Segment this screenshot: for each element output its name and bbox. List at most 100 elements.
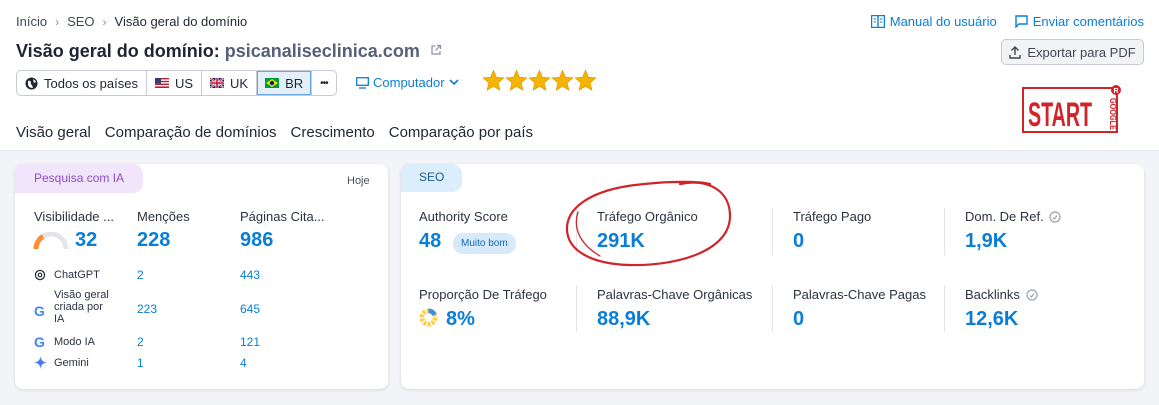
seo-card <box>401 164 1144 389</box>
logo-text: START <box>1028 96 1092 134</box>
organic-keywords-label: Palavras-Chave Orgânicas <box>597 287 753 302</box>
country-uk-label: UK <box>230 75 249 91</box>
ia-row-chatgpt-mentions[interactable]: 2 <box>137 268 144 282</box>
tab-overview[interactable]: Visão geral <box>16 124 91 152</box>
ai-search-pill: Pesquisa com IA <box>15 164 144 193</box>
more-icon: ••• <box>320 77 328 89</box>
br-flag-icon <box>265 78 280 88</box>
ia-row-chatgpt-pages[interactable]: 443 <box>240 268 260 282</box>
page-title-prefix: Visão geral do domínio: <box>16 41 220 61</box>
external-link-icon[interactable] <box>430 40 442 61</box>
country-us-button[interactable]: US <box>147 71 203 95</box>
star-icon <box>528 69 551 91</box>
domain-name: psicanaliseclinica.com <box>224 41 420 61</box>
user-manual-link[interactable]: Manual do usuário <box>870 14 997 29</box>
tab-growth[interactable]: Crescimento <box>291 124 375 152</box>
paid-keywords-label: Palavras-Chave Pagas <box>793 287 926 302</box>
star-icon <box>551 69 574 91</box>
authority-badge: Muito bom <box>453 233 516 254</box>
upload-icon <box>1009 45 1022 59</box>
organic-keywords-value[interactable]: 88,9K <box>597 308 650 331</box>
ia-row-ai-mode-mentions[interactable]: 2 <box>137 335 144 349</box>
country-uk-button[interactable]: UK <box>202 71 258 95</box>
us-flag-icon <box>154 78 169 88</box>
breadcrumb-current: Visão geral do domínio <box>114 14 248 29</box>
ia-row-ai-overview-pages[interactable]: 645 <box>240 302 260 316</box>
top-links: Manual do usuário Enviar comentários <box>870 14 1144 29</box>
authority-score-label: Authority Score <box>419 209 508 224</box>
divider <box>772 208 773 255</box>
paid-keywords-value[interactable]: 0 <box>793 308 804 331</box>
page-title: Visão geral do domínio: psicanaliseclini… <box>16 40 442 62</box>
backlinks-value[interactable]: 12,6K <box>965 308 1018 331</box>
ai-search-date: Hoje <box>347 175 370 187</box>
info-icon[interactable] <box>1025 289 1038 301</box>
country-us-label: US <box>174 75 194 91</box>
star-icon <box>574 69 597 91</box>
comment-icon <box>1015 15 1028 28</box>
paid-traffic-value[interactable]: 0 <box>793 230 804 253</box>
visibility-gauge-icon <box>33 232 69 250</box>
divider <box>772 285 773 332</box>
breadcrumb-seo[interactable]: SEO <box>67 14 94 29</box>
all-countries-button[interactable]: Todos os países <box>17 71 147 95</box>
tab-country-comparison[interactable]: Comparação por país <box>389 124 533 152</box>
country-filter-group: Todos os países US UK BR ••• <box>16 70 337 96</box>
start-google-logo: START GOOGLE R <box>1022 85 1121 134</box>
more-countries-button[interactable]: ••• <box>312 71 336 95</box>
chevron-right-icon: › <box>55 14 60 29</box>
backlinks-label: Backlinks <box>965 287 1038 302</box>
gemini-icon <box>34 356 47 374</box>
star-icon <box>505 69 528 91</box>
info-icon[interactable] <box>1049 211 1061 223</box>
export-pdf-label: Exportar para PDF <box>1027 44 1136 60</box>
annotation-circle <box>565 180 732 267</box>
traffic-share-label: Proporção De Tráfego <box>419 287 547 302</box>
all-countries-label: Todos os países <box>44 75 138 91</box>
send-feedback-link[interactable]: Enviar comentários <box>1015 14 1144 29</box>
star-icon <box>482 69 505 91</box>
divider <box>944 208 945 255</box>
book-icon <box>870 15 885 28</box>
ref-domains-label-text: Dom. De Ref. <box>965 209 1044 224</box>
chevron-right-icon: › <box>102 14 107 29</box>
monitor-icon <box>356 76 369 89</box>
ai-mentions-label: Menções <box>137 209 190 224</box>
authority-score-value[interactable]: 48 <box>419 230 441 253</box>
export-pdf-button[interactable]: Exportar para PDF <box>1001 39 1144 65</box>
ai-cited-pages-label: Páginas Cita... <box>240 209 325 224</box>
chevron-down-icon <box>448 79 459 86</box>
ai-visibility-label: Visibilidade ... <box>34 209 114 224</box>
ia-row-gemini-name: Gemini <box>54 357 89 369</box>
backlinks-label-text: Backlinks <box>965 287 1020 302</box>
user-manual-label: Manual do usuário <box>889 14 997 29</box>
device-selector[interactable]: Computador <box>356 75 459 90</box>
ia-row-ai-mode-name: Modo IA <box>54 336 95 348</box>
google-icon: G <box>34 303 45 319</box>
ia-row-ai-mode-pages[interactable]: 121 <box>240 335 260 349</box>
ia-row-gemini-mentions[interactable]: 1 <box>137 356 144 370</box>
divider <box>576 285 577 332</box>
traffic-share-value[interactable]: 8% <box>446 308 475 331</box>
ref-domains-label: Dom. De Ref. <box>965 209 1061 224</box>
divider <box>944 285 945 332</box>
ai-mentions-value[interactable]: 228 <box>137 229 170 252</box>
breadcrumb-home[interactable]: Início <box>16 14 47 29</box>
ia-row-ai-overview-mentions[interactable]: 223 <box>137 302 157 316</box>
traffic-share-donut-icon <box>419 308 438 327</box>
logo-badge: R <box>1114 88 1119 95</box>
ai-cited-pages-value[interactable]: 986 <box>240 229 273 252</box>
tab-bar: Visão geral Comparação de domínios Cresc… <box>16 124 533 152</box>
ai-visibility-value[interactable]: 32 <box>75 229 97 252</box>
seo-pill: SEO <box>401 164 463 192</box>
ref-domains-value[interactable]: 1,9K <box>965 230 1007 253</box>
send-feedback-label: Enviar comentários <box>1032 14 1144 29</box>
tab-domain-comparison[interactable]: Comparação de domínios <box>105 124 277 152</box>
uk-flag-icon <box>210 78 225 88</box>
country-br-button[interactable]: BR <box>257 71 313 95</box>
device-label: Computador <box>373 75 445 90</box>
ia-row-gemini-pages[interactable]: 4 <box>240 356 247 370</box>
breadcrumb: Início › SEO › Visão geral do domínio <box>16 14 247 29</box>
logo-side-text: GOOGLE <box>1108 98 1118 130</box>
google-icon: G <box>34 334 45 350</box>
